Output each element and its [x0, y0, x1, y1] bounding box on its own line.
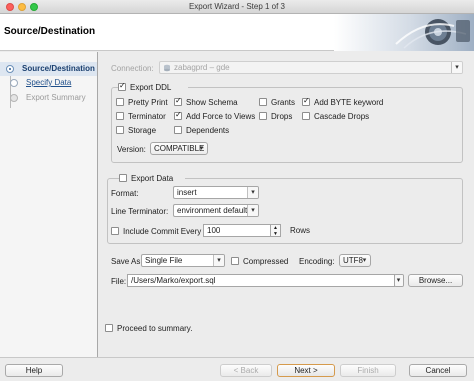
main-panel: Connection: zabagprd – gde ▾ Export DDL …: [99, 52, 474, 357]
save-as-select[interactable]: Single File ▾: [141, 254, 225, 267]
back-button[interactable]: < Back: [220, 364, 272, 377]
connection-label: Connection:: [111, 64, 154, 73]
step-label: Specify Data: [26, 78, 72, 87]
encoding-label: Encoding:: [299, 257, 335, 266]
file-path-input[interactable]: /Users/Marko/export.sql: [127, 274, 395, 287]
help-button[interactable]: Help: [5, 364, 63, 377]
window-title: Export Wizard - Step 1 of 3: [188, 2, 286, 11]
page-title: Source/Destination: [4, 26, 96, 37]
wizard-footer: Help < Back Next > Finish Cancel: [0, 357, 474, 381]
step-icon: [10, 94, 18, 102]
dropdown-arrow-icon: ▾: [395, 275, 403, 286]
dropdown-arrow-icon: ▾: [199, 145, 204, 152]
line-terminator-value: environment default: [177, 206, 248, 215]
connection-select[interactable]: zabagprd – gde ▾: [159, 61, 463, 74]
dropdown-arrow-icon: ▾: [451, 62, 462, 73]
step-label: Export Summary: [26, 93, 86, 102]
current-step-icon: [6, 65, 14, 73]
line-terminator-label: Line Terminator:: [111, 207, 169, 216]
next-button[interactable]: Next >: [277, 364, 335, 377]
checkbox-box: [119, 174, 127, 182]
format-value: insert: [177, 188, 197, 197]
step-source-destination[interactable]: Source/Destination: [0, 62, 97, 76]
dropdown-arrow-icon: ▾: [247, 187, 258, 198]
version-label: Version:: [117, 145, 146, 154]
rows-label: Rows: [290, 226, 311, 235]
cancel-button[interactable]: Cancel: [409, 364, 467, 377]
header-banner-graphic: [334, 14, 474, 51]
export-ddl-checkbox[interactable]: Export DDL: [118, 81, 188, 93]
finish-button[interactable]: Finish: [340, 364, 396, 377]
step-icon: [10, 79, 18, 87]
encoding-select[interactable]: UTF8 ▾: [339, 254, 371, 267]
step-label: Source/Destination: [22, 64, 95, 73]
save-as-label: Save As: [111, 257, 141, 266]
line-terminator-select[interactable]: environment default ▾: [173, 204, 259, 217]
commit-rows-stepper[interactable]: ▲ ▼: [271, 224, 281, 237]
checkbox-box: [118, 81, 126, 91]
format-select[interactable]: insert ▾: [173, 186, 259, 199]
title-bar: Export Wizard - Step 1 of 3: [0, 0, 474, 14]
format-label: Format:: [111, 189, 139, 198]
version-select[interactable]: COMPATIBLE ▾: [150, 142, 208, 155]
file-label: File:: [111, 277, 127, 286]
commit-rows-input[interactable]: 100: [203, 224, 271, 237]
save-as-value: Single File: [145, 256, 183, 265]
database-connection-icon: [164, 64, 170, 72]
dropdown-arrow-icon: ▾: [362, 257, 367, 264]
file-history-dropdown[interactable]: ▾: [394, 274, 404, 287]
export-data-checkbox[interactable]: Export Data: [119, 173, 185, 184]
wizard-steps-sidebar: Source/Destination Specify Data Export S…: [0, 52, 98, 357]
dropdown-arrow-icon: ▾: [247, 205, 258, 216]
browse-button[interactable]: Browse...: [408, 274, 463, 287]
connection-value: zabagprd – gde: [174, 63, 230, 72]
dropdown-arrow-icon: ▾: [213, 255, 224, 266]
wizard-header: Source/Destination: [0, 14, 474, 51]
